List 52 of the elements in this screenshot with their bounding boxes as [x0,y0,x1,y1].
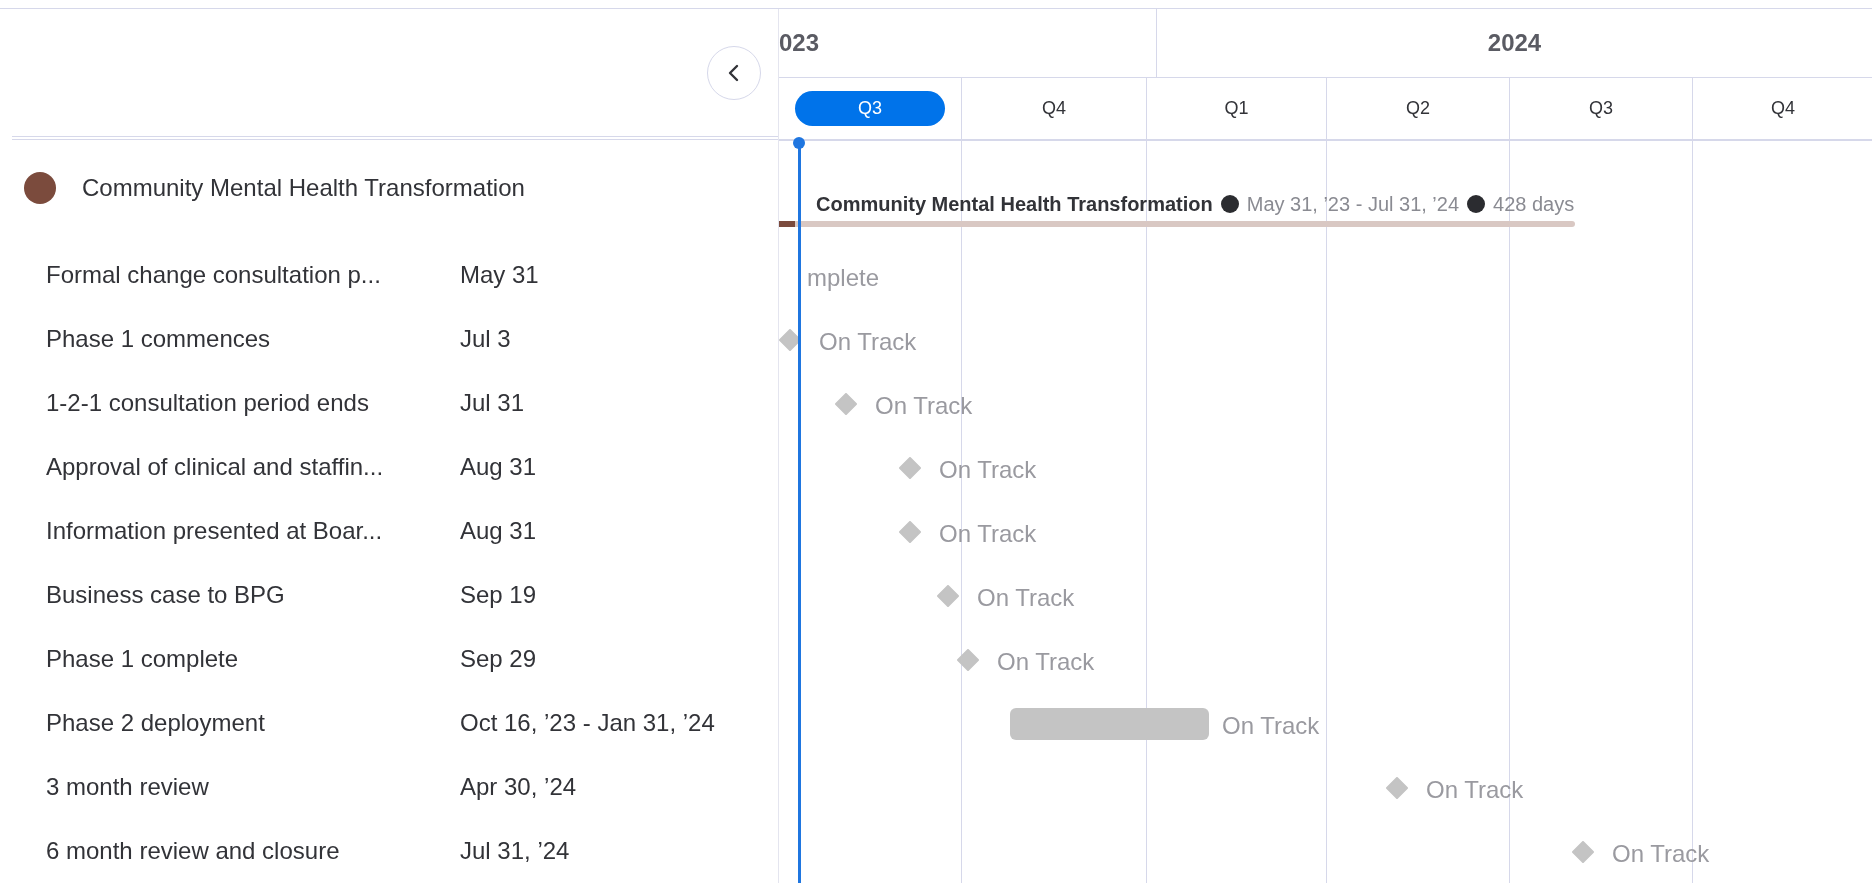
quarter-tab[interactable]: Q1 [1224,95,1249,122]
milestone-diamond [899,457,921,479]
task-date: Aug 31 [460,452,537,482]
task-date: Sep 19 [460,580,537,610]
milestone-diamond [1572,841,1594,863]
milestone-diamond [957,649,979,671]
collapse-button[interactable] [707,45,761,100]
milestone-diamond [835,393,857,415]
chevron-left-icon [727,62,741,83]
task-date: Aug 31 [460,516,537,546]
task-status-label: On Track [977,583,1075,613]
task-date: Oct 16, ’23 - Jan 31, ’24 [460,708,715,738]
task-date: Jul 3 [460,324,511,354]
task-name: 1-2-1 consultation period ends [46,388,370,418]
milestone-diamond [779,329,801,351]
task-status-label: On Track [1612,839,1710,869]
task-name: Business case to BPG [46,580,286,610]
task-name: 3 month review [46,772,210,802]
task-name: Phase 1 complete [46,644,240,674]
task-status-label: On Track [1426,775,1524,805]
task-status-label: On Track [939,455,1037,485]
quarter-tab[interactable]: Q4 [1771,95,1795,122]
year-label: 023 [779,28,820,58]
task-date: Apr 30, ’24 [460,772,577,802]
task-date: Jul 31, ’24 [460,836,570,866]
task-status-label: On Track [1222,711,1320,741]
quarter-tab[interactable]: Q3 [795,91,945,126]
task-date: Sep 29 [460,644,537,674]
task-name: Information presented at Boar... [46,516,384,546]
task-name: Approval of clinical and staffin... [46,452,385,482]
group-name: Community Mental Health Transformation [82,172,525,203]
group-date-range: May 31, ’23 - Jul 31, ’24 [1246,192,1460,217]
task-status-label: On Track [819,327,917,357]
milestone-diamond [899,521,921,543]
task-date: Jul 31 [460,388,525,418]
task-status-label: On Track [939,519,1037,549]
task-name: Phase 2 deployment [46,708,266,738]
task-name: 6 month review and closure [46,836,341,866]
year-label: 2024 [1487,28,1542,58]
task-status-label: On Track [997,647,1095,677]
milestone-diamond [937,585,959,607]
task-name: Phase 1 commences [46,324,272,354]
quarter-tab[interactable]: Q3 [1589,95,1613,122]
task-status-label: On Track [875,391,973,421]
task-status-label: mplete [807,263,880,293]
task-name: Formal change consultation p... [46,260,382,290]
group-bar-title: Community Mental Health Transformation [816,192,1213,217]
task-date: May 31 [460,260,539,290]
group-duration: 428 days [1493,192,1575,217]
quarter-tab[interactable]: Q2 [1406,95,1430,122]
milestone-diamond [1386,777,1408,799]
quarter-tab[interactable]: Q4 [1042,95,1066,122]
